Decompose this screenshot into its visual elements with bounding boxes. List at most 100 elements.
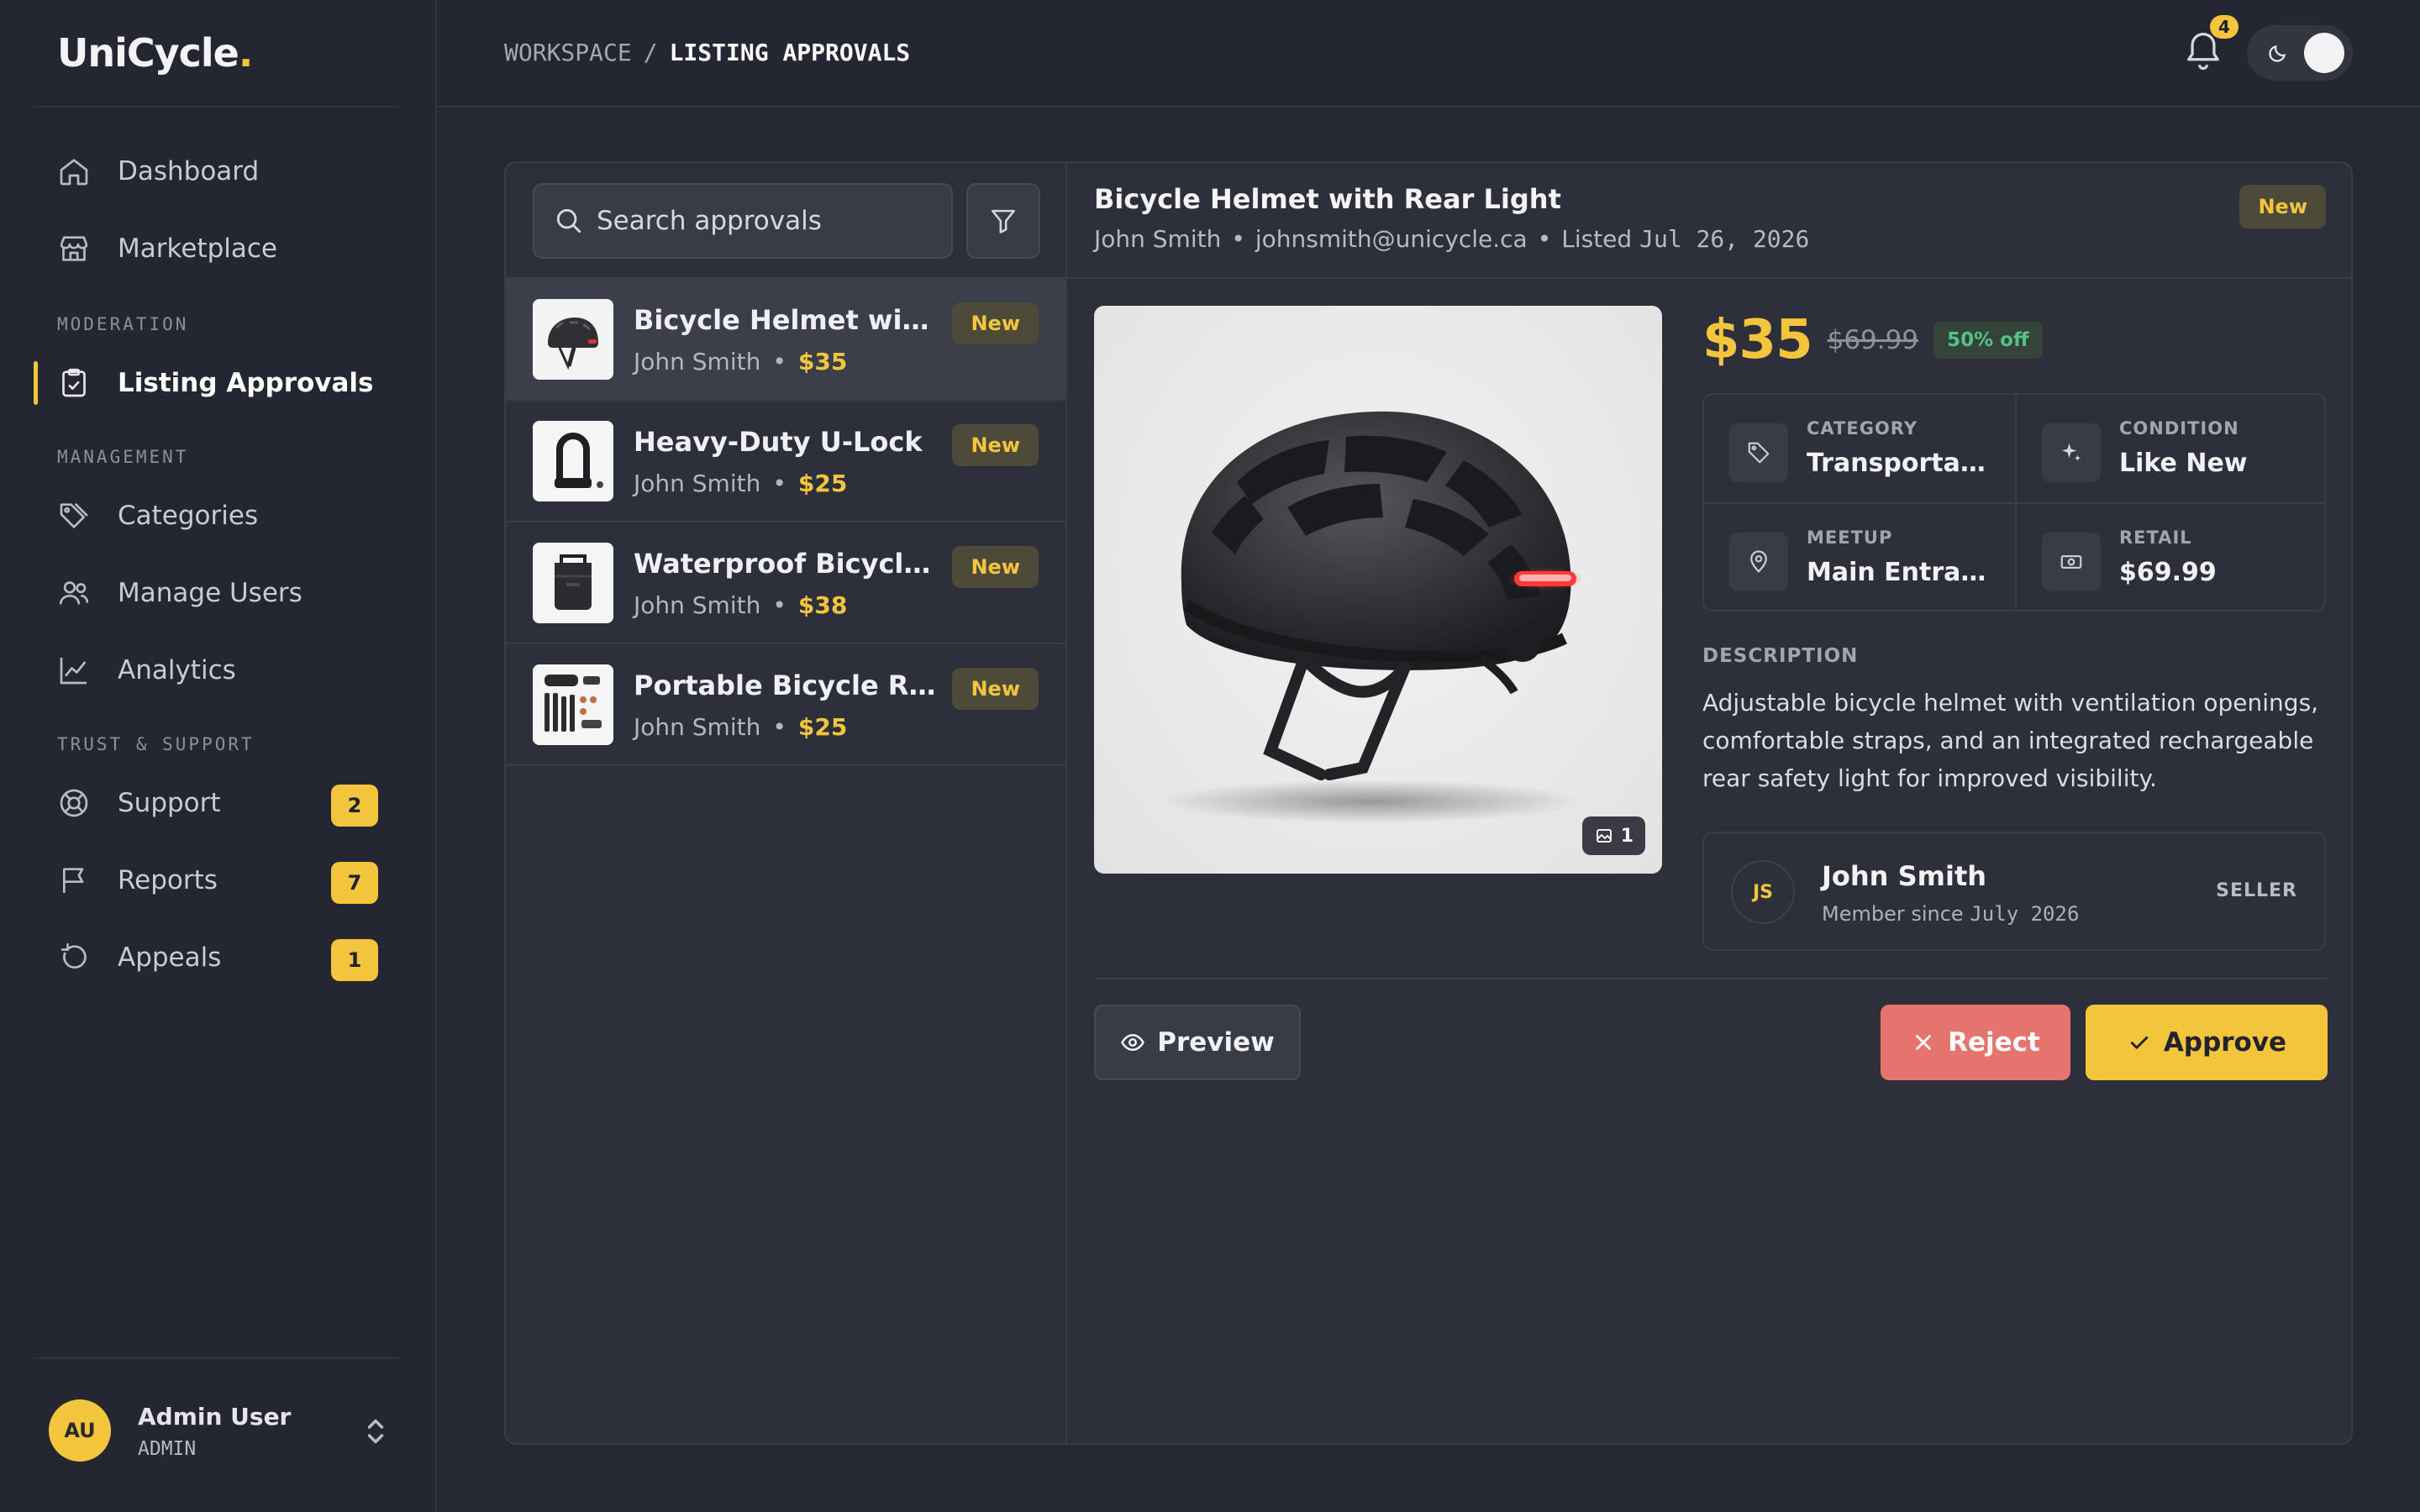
sidebar-item-label: Appeals: [118, 942, 222, 973]
reject-button[interactable]: Reject: [1881, 1005, 2070, 1080]
spec-meetup: MEETUP Main Entrance: [1704, 504, 2015, 610]
clipboard-check-icon: [57, 366, 91, 400]
search-input[interactable]: [597, 206, 933, 236]
item-price: $38: [797, 591, 848, 619]
image-count-badge: 1: [1581, 816, 1645, 855]
logo-dot: .: [238, 30, 254, 76]
filter-button[interactable]: [966, 183, 1040, 259]
approve-button[interactable]: Approve: [2086, 1005, 2328, 1080]
list-item[interactable]: Portable Bicycle Repair Kit John Smith • $…: [506, 644, 1065, 766]
theme-toggle[interactable]: [2247, 25, 2353, 81]
listing-title: Bicycle Helmet with Rear Light: [1094, 183, 1561, 215]
breadcrumb-current: LISTING APPROVALS: [669, 39, 911, 66]
check-icon: [2130, 1036, 2149, 1049]
chart-line-icon: [57, 654, 91, 687]
item-price: $25: [797, 713, 848, 741]
list-item[interactable]: Waterproof Bicycle Pannier Bag John Smit…: [506, 522, 1065, 644]
item-title: Bicycle Helmet with Rear Light: [634, 304, 936, 336]
helmet-thumbnail-image: [533, 299, 613, 380]
filter-icon: [992, 209, 1015, 234]
sidebar-item-dashboard[interactable]: Dashboard: [34, 141, 403, 202]
spec-condition: CONDITION Like New: [2017, 395, 2324, 502]
list-item[interactable]: Bicycle Helmet with Rear Light John Smit…: [506, 279, 1065, 401]
detail-header-divider: [1067, 277, 2351, 279]
spec-label: RETAIL: [2119, 528, 2192, 548]
sidebar-item-support[interactable]: Support 2: [34, 773, 403, 833]
item-price: $25: [797, 470, 848, 497]
sidebar-item-label: Dashboard: [118, 156, 260, 186]
spec-label: CONDITION: [2119, 418, 2239, 438]
meta-separator: •: [772, 470, 786, 497]
sidebar-item-manage-users[interactable]: Manage Users: [34, 563, 403, 623]
spec-label: CATEGORY: [1807, 418, 1918, 438]
sidebar-item-analytics[interactable]: Analytics: [34, 640, 403, 701]
specs-grid: CATEGORY Transportation CONDITION Like N…: [1702, 393, 2326, 612]
logo-text: UniCycle: [57, 30, 239, 76]
support-count-badge: 2: [331, 785, 378, 827]
status-badge: New: [952, 424, 1039, 466]
sidebar-item-label: Listing Approvals: [118, 368, 374, 398]
sidebar-item-label: Support: [118, 788, 221, 818]
spec-retail: RETAIL $69.99: [2017, 504, 2324, 610]
toggle-knob: [2304, 33, 2344, 73]
search-box[interactable]: [533, 183, 953, 259]
item-thumbnail: [533, 421, 613, 501]
sidebar-item-marketplace[interactable]: Marketplace: [34, 218, 403, 279]
listing-seller-email[interactable]: johnsmith@unicycle.ca: [1255, 225, 1528, 253]
item-thumbnail: [533, 543, 613, 623]
item-seller: John Smith: [634, 348, 761, 375]
spec-category: CATEGORY Transportation: [1704, 395, 2015, 502]
sidebar-item-categories[interactable]: Categories: [34, 486, 403, 546]
listing-photo[interactable]: 1: [1094, 306, 1662, 874]
users-icon: [57, 576, 91, 610]
meta-separator: •: [772, 591, 786, 619]
listing-detail: Bicycle Helmet with Rear Light John Smit…: [1067, 163, 2351, 1443]
item-meta: John Smith • $25: [634, 470, 847, 497]
home-icon: [57, 155, 91, 188]
item-price: $35: [797, 348, 848, 375]
item-seller: John Smith: [634, 713, 761, 741]
tags-icon: [57, 499, 91, 533]
user-menu[interactable]: AU Admin User ADMIN: [34, 1361, 403, 1495]
preview-button[interactable]: Preview: [1094, 1005, 1301, 1080]
approvals-list: Bicycle Helmet with Rear Light John Smit…: [506, 163, 1067, 1443]
section-label-trust-support: TRUST & SUPPORT: [57, 734, 255, 754]
top-bar: WORKSPACE / LISTING APPROVALS 4: [437, 0, 2420, 108]
list-item[interactable]: Heavy-Duty U-Lock John Smith • $25 New: [506, 401, 1065, 522]
sidebar-item-listing-approvals[interactable]: Listing Approvals: [34, 353, 403, 413]
spec-value: Like New: [2119, 449, 2248, 478]
helmet-photo-image: [1161, 411, 1583, 823]
seller-role-badge: SELLER: [2216, 880, 2297, 901]
image-count: 1: [1620, 825, 1634, 847]
map-pin-icon: [1729, 533, 1788, 591]
status-badge: New: [2239, 185, 2326, 228]
reject-label: Reject: [1948, 1027, 2040, 1058]
spec-divider: [1704, 502, 2324, 504]
item-title: Portable Bicycle Repair Kit: [634, 669, 936, 701]
price-row: $35 $69.99 50% off: [1702, 302, 2043, 378]
status-badge: New: [952, 546, 1039, 588]
store-icon: [57, 232, 91, 265]
item-title: Waterproof Bicycle Pannier Bag: [634, 548, 936, 580]
moon-icon: [2269, 45, 2286, 62]
breadcrumb: WORKSPACE / LISTING APPROVALS: [504, 39, 910, 66]
sparkle-icon: [2042, 423, 2101, 482]
chevron-up-down-icon: [367, 1419, 384, 1444]
tag-icon: [1729, 423, 1788, 482]
member-since-date: July 2026: [1970, 902, 2080, 926]
images-icon: [1596, 829, 1612, 843]
breadcrumb-root[interactable]: WORKSPACE: [504, 39, 632, 66]
user-name: Admin User: [138, 1403, 292, 1431]
spec-value: Transportation: [1807, 449, 1996, 478]
preview-label: Preview: [1157, 1027, 1275, 1058]
banknote-icon: [2042, 533, 2101, 591]
status-badge: New: [952, 668, 1039, 710]
spec-value: Main Entrance: [1807, 558, 1996, 587]
description-text: Adjustable bicycle helmet with ventilati…: [1702, 689, 2319, 792]
sidebar-item-appeals[interactable]: Appeals 1: [34, 927, 403, 988]
approvals-panel: Bicycle Helmet with Rear Light John Smit…: [504, 161, 2353, 1445]
sidebar-item-reports[interactable]: Reports 7: [34, 850, 403, 911]
user-role: ADMIN: [138, 1438, 197, 1460]
app-logo[interactable]: UniCycle.: [57, 30, 254, 76]
eye-icon: [1121, 1033, 1145, 1052]
